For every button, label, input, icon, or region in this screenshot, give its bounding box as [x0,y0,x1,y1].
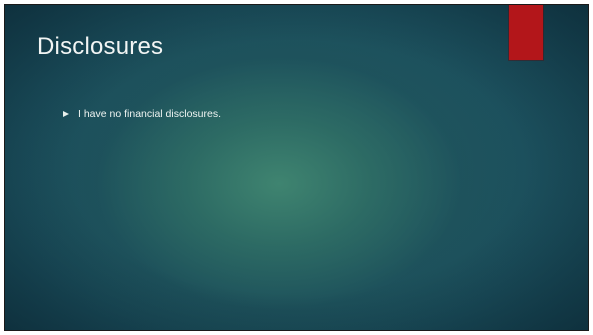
bullet-text: I have no financial disclosures. [78,108,221,120]
red-accent-block [509,5,543,60]
slide: Disclosures I have no financial disclosu… [4,4,589,331]
triangle-bullet-icon [63,111,69,117]
bullet-item: I have no financial disclosures. [63,108,221,120]
presentation-frame: Disclosures I have no financial disclosu… [0,0,593,335]
slide-title: Disclosures [37,33,164,60]
bullet-list: I have no financial disclosures. [63,108,221,120]
